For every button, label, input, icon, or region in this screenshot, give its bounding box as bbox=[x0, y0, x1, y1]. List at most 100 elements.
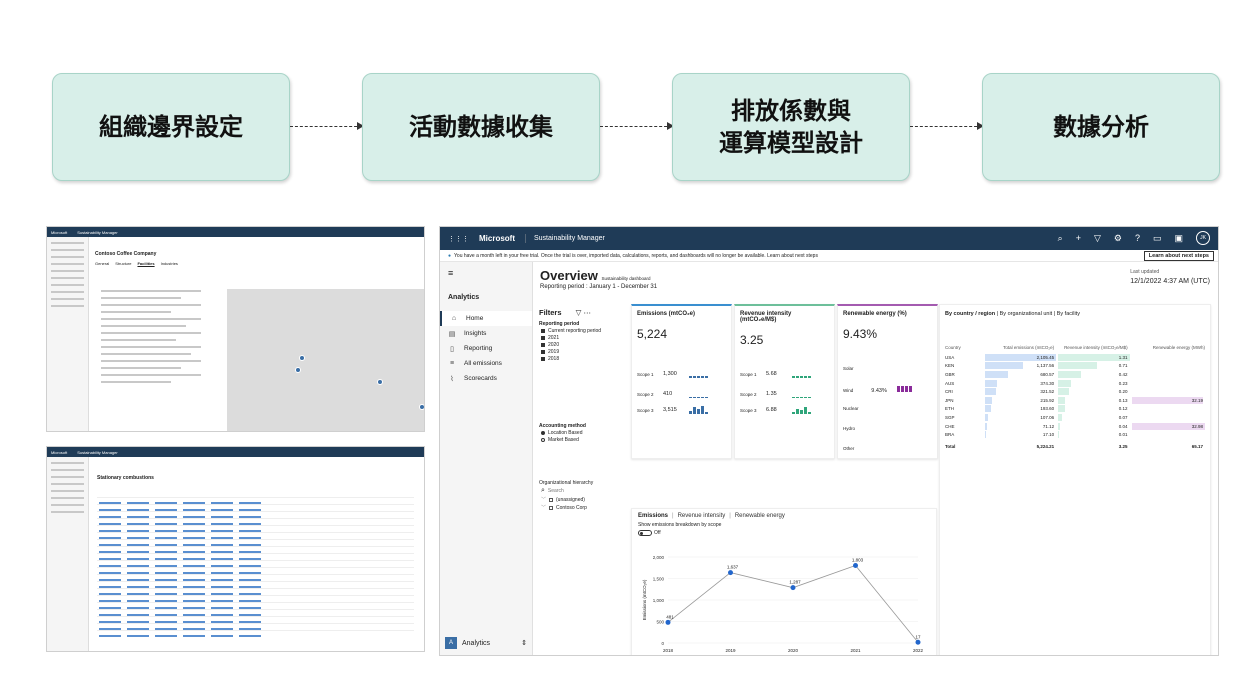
emissions-bar bbox=[984, 405, 992, 413]
kpi-renewable-energy[interactable]: Renewable energy (%) 9.43% Solar Wind 9.4… bbox=[837, 304, 938, 459]
thumb-sidebar bbox=[47, 237, 89, 431]
sidebar-item-insights[interactable]: ▤ Insights bbox=[440, 326, 532, 341]
thumb-tab[interactable]: Industries bbox=[161, 261, 178, 266]
checkbox-2021[interactable]: 2021 bbox=[541, 335, 622, 341]
app-launcher-icon[interactable]: ⋮⋮⋮ bbox=[448, 235, 469, 243]
column-header[interactable]: Total emissions (mtCO₂e) bbox=[985, 345, 1056, 350]
intensity-bar bbox=[1058, 379, 1071, 387]
emissions-bar bbox=[984, 379, 998, 387]
data-label: 1,803 bbox=[852, 557, 864, 562]
breakdown-toggle[interactable]: Off bbox=[638, 530, 930, 536]
last-updated: Last updated 12/1/2022 4:37 AM (UTC) bbox=[1130, 269, 1210, 285]
gear-icon[interactable]: ⚙ bbox=[1114, 233, 1122, 244]
table-row[interactable]: SGP 107.06 0.07 bbox=[945, 413, 1205, 422]
sidebar-item-all-emissions[interactable]: ≡ All emissions bbox=[440, 356, 532, 371]
checkbox-2018[interactable]: 2018 bbox=[541, 356, 622, 362]
kpi-value: 9.43% bbox=[843, 327, 878, 341]
kpi-revenue-intensity[interactable]: Revenue intensity (mtCO₂e/M$) 3.25 Scope… bbox=[734, 304, 835, 459]
filter-icon[interactable]: ▽ ⋯ bbox=[576, 308, 591, 317]
avatar[interactable]: JK bbox=[1196, 231, 1210, 245]
table-row[interactable]: AUS 374.30 0.23 bbox=[945, 379, 1205, 388]
table-row[interactable]: GBR 680.57 0.42 bbox=[945, 370, 1205, 379]
country-code: SGP bbox=[945, 414, 955, 420]
hamburger-icon[interactable]: ≡ bbox=[440, 262, 532, 284]
intensity-bar bbox=[1058, 388, 1070, 396]
column-header[interactable]: Country bbox=[945, 345, 985, 350]
process-flow: 組織邊界設定 活動數據收集 排放係數與 運算模型設計 數據分析 bbox=[52, 73, 1220, 181]
tab-emissions[interactable]: Emissions bbox=[638, 513, 668, 519]
country-code: CRI bbox=[945, 389, 953, 395]
kpi-title: Emissions (mtCO₂e) bbox=[637, 311, 696, 317]
thumb-app-name: Sustainability Manager bbox=[77, 229, 118, 235]
country-code: CHE bbox=[945, 423, 955, 429]
learn-next-steps-button[interactable]: Learn about next steps bbox=[1143, 251, 1214, 261]
sidebar-item-scorecards[interactable]: ⌇ Scorecards bbox=[440, 371, 532, 386]
thumb-tab[interactable]: Structure bbox=[115, 261, 131, 266]
country-table-panel: By country / region | By organizational … bbox=[939, 304, 1211, 655]
table-row[interactable]: ETH 193.60 0.12 bbox=[945, 405, 1205, 414]
app-name: Sustainability Manager bbox=[534, 235, 605, 242]
kpi-emissions[interactable]: Emissions (mtCO₂e) 5,224 Scope 1 1,300 Sc… bbox=[631, 304, 732, 459]
checkbox-current[interactable]: Current reporting period bbox=[541, 328, 622, 334]
sidebar-item-reporting[interactable]: ▯ Reporting bbox=[440, 341, 532, 356]
renewable-value: 32.98 bbox=[1191, 423, 1203, 429]
hierarchy-search[interactable]: ⌕ Search bbox=[541, 487, 622, 495]
radio-market-based[interactable]: Market Based bbox=[541, 437, 622, 443]
help-icon[interactable]: ? bbox=[1135, 233, 1140, 243]
total-renewable: 65.17 bbox=[1191, 443, 1203, 449]
checkbox-2019[interactable]: 2019 bbox=[541, 349, 622, 355]
reporting-period-label: Reporting period bbox=[539, 321, 580, 327]
radio-location-based[interactable]: Location Based bbox=[541, 430, 622, 436]
tab-by-facility[interactable]: By facility bbox=[1057, 311, 1080, 317]
search-icon[interactable]: ⌕ bbox=[1058, 233, 1063, 244]
tab-by-org-unit[interactable]: By organizational unit bbox=[1000, 311, 1053, 317]
thumb-tab[interactable]: Facilities bbox=[137, 261, 154, 266]
checkbox-2020[interactable]: 2020 bbox=[541, 342, 622, 348]
x-tick-label: 2020 bbox=[788, 648, 799, 653]
table-row[interactable]: KEN 1,137.56 0.71 bbox=[945, 362, 1205, 371]
tab-by-country[interactable]: By country / region bbox=[945, 311, 995, 317]
filters-title: Filters ▽ ⋯ bbox=[539, 308, 591, 317]
table-row[interactable]: JPN 215.92 0.13 32.19 bbox=[945, 396, 1205, 405]
flow-arrow bbox=[910, 122, 984, 130]
flow-step-label: 組織邊界設定 bbox=[99, 113, 243, 141]
flow-step-label: 活動數據收集 bbox=[409, 113, 553, 141]
sidebar: ≡ Analytics ⌂ Home ▤ Insights ▯ Reporting ≡… bbox=[440, 262, 533, 655]
emissions-value: 2,105.45 bbox=[1036, 354, 1055, 360]
app-topbar: ⋮⋮⋮ Microsoft Sustainability Manager ⌕ +… bbox=[440, 227, 1218, 250]
kpi-title: Revenue intensity (mtCO₂e/M$) bbox=[740, 311, 792, 323]
home-icon: ⌂ bbox=[451, 315, 457, 322]
column-header[interactable]: Revenue intensity (mtCO₂e/M$) bbox=[1058, 345, 1129, 350]
thumb-sidebar bbox=[47, 457, 89, 651]
chat-icon[interactable]: ▭ bbox=[1153, 233, 1162, 244]
hierarchy-item[interactable]: ﹀ Contoso Corp bbox=[541, 504, 622, 512]
data-point bbox=[728, 570, 733, 576]
thumb-tab[interactable]: General bbox=[95, 261, 109, 266]
column-header[interactable]: Renewable energy (MWh) bbox=[1132, 345, 1205, 350]
emissions-value: 17.10 bbox=[1042, 432, 1055, 438]
tab-revenue-intensity[interactable]: Revenue intensity bbox=[678, 513, 726, 519]
filter-icon[interactable]: ▽ bbox=[1094, 233, 1101, 244]
area-badge: A bbox=[445, 637, 457, 649]
banner-text: You have a month left in your free trial… bbox=[454, 252, 818, 259]
table-row[interactable]: CRI 321.52 0.20 bbox=[945, 387, 1205, 396]
hierarchy-item[interactable]: ﹀ (unassigned) bbox=[541, 496, 622, 504]
table-row[interactable]: BRA 17.10 0.01 bbox=[945, 430, 1205, 439]
table-row[interactable]: CHE 71.12 0.04 32.98 bbox=[945, 422, 1205, 431]
emissions-value: 107.06 bbox=[1040, 414, 1055, 420]
map-marker bbox=[377, 379, 383, 385]
renewable-source: Wind 9.43% bbox=[843, 386, 912, 394]
tab-renewable-energy[interactable]: Renewable energy bbox=[735, 513, 785, 519]
country-code: GBR bbox=[945, 371, 955, 377]
area-switcher[interactable]: A Analytics ⇕ bbox=[445, 637, 527, 649]
thumb-tabs: General Structure Facilities Industries bbox=[95, 261, 178, 266]
thumb-title: Contoso Coffee Company bbox=[95, 251, 157, 257]
add-icon[interactable]: + bbox=[1076, 233, 1081, 243]
notes-icon[interactable]: ▣ bbox=[1174, 233, 1183, 244]
intensity-value: 0.20 bbox=[1118, 389, 1128, 395]
sidebar-item-home[interactable]: ⌂ Home bbox=[440, 311, 532, 326]
emissions-value: 193.60 bbox=[1040, 406, 1055, 412]
intensity-bar bbox=[1058, 370, 1082, 378]
data-point bbox=[915, 639, 921, 645]
table-row[interactable]: USA 2,105.45 1.31 bbox=[945, 353, 1205, 362]
